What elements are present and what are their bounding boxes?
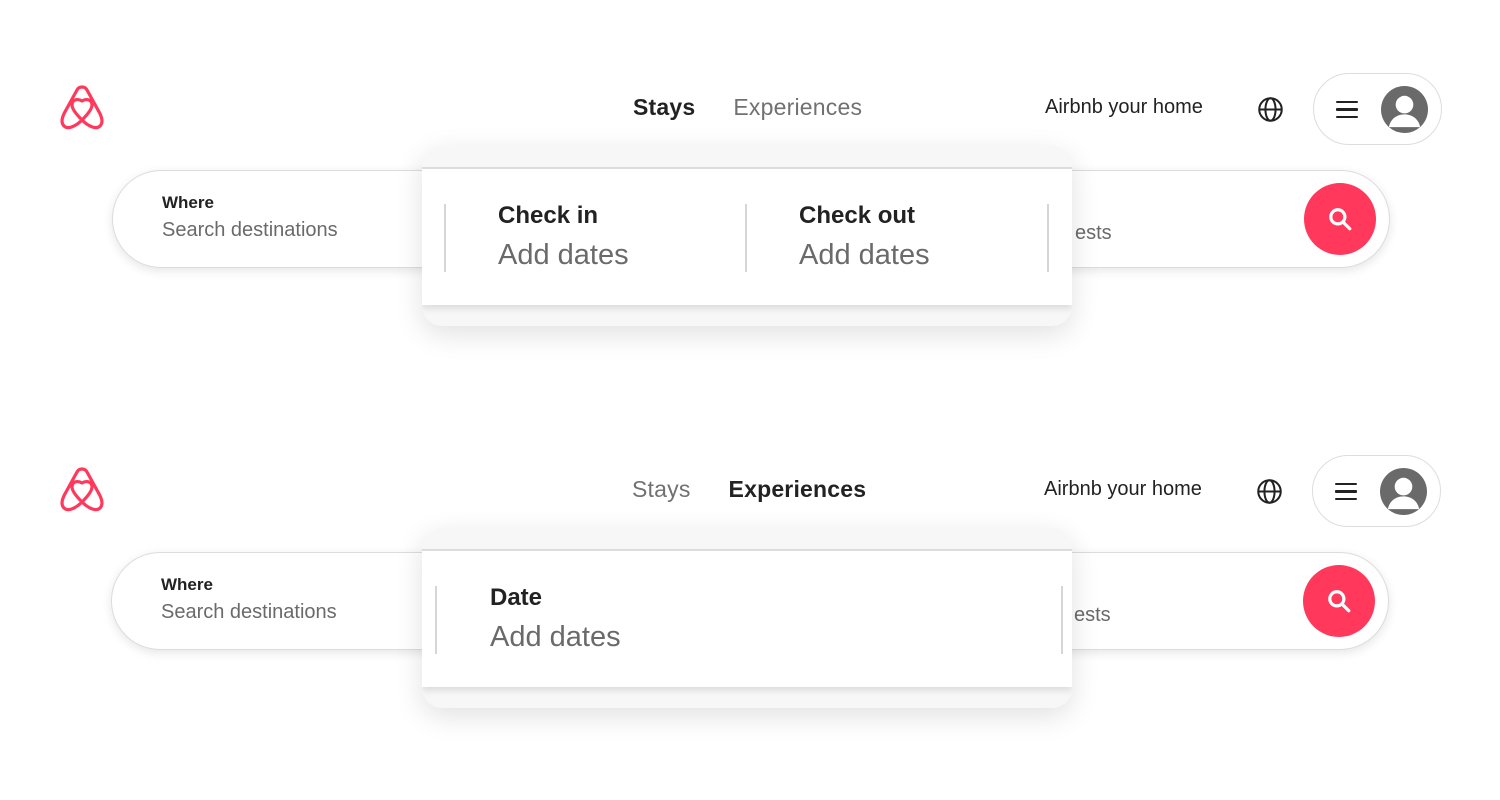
where-placeholder: Search destinations — [161, 601, 337, 623]
divider — [435, 586, 437, 654]
where-field[interactable]: Where Search destinations — [162, 193, 338, 242]
where-label: Where — [161, 575, 213, 594]
check-in-field[interactable]: Check in Add dates — [498, 202, 629, 272]
airbnb-logo-icon[interactable] — [58, 84, 106, 134]
airbnb-logo-icon[interactable] — [58, 466, 106, 516]
nav-tabs: Stays Experiences — [632, 476, 866, 503]
date-label: Date — [490, 584, 543, 611]
date-fields-panel: Date Add dates — [422, 549, 1072, 687]
user-avatar-icon — [1381, 86, 1428, 133]
tab-experiences[interactable]: Experiences — [729, 476, 867, 503]
tab-experiences[interactable]: Experiences — [733, 94, 862, 121]
host-link[interactable]: Airbnb your home — [1044, 478, 1202, 501]
divider — [1047, 204, 1049, 272]
date-picker-popup: Date Add dates — [422, 528, 1072, 708]
tab-stays[interactable]: Stays — [632, 476, 691, 503]
date-value: Add dates — [490, 621, 621, 653]
where-field[interactable]: Where Search destinations — [161, 575, 337, 624]
guests-field[interactable]: ests — [1075, 222, 1112, 245]
header-variant-experiences: Stays Experiences Airbnb your home Where… — [0, 382, 1500, 762]
date-fields-panel: Check in Add dates Check out Add dates — [422, 167, 1072, 305]
guests-field[interactable]: ests — [1074, 604, 1111, 627]
divider — [444, 204, 446, 272]
where-label: Where — [162, 193, 214, 212]
hamburger-icon — [1336, 101, 1358, 118]
user-menu-button[interactable] — [1312, 455, 1441, 527]
check-out-value: Add dates — [799, 239, 930, 271]
tab-stays[interactable]: Stays — [633, 94, 695, 121]
user-avatar-icon — [1380, 468, 1427, 515]
hamburger-icon — [1335, 483, 1357, 500]
globe-icon[interactable] — [1257, 96, 1284, 123]
host-link[interactable]: Airbnb your home — [1045, 96, 1203, 119]
divider — [1061, 586, 1063, 654]
search-button[interactable] — [1303, 565, 1375, 637]
globe-icon[interactable] — [1256, 478, 1283, 505]
nav-tabs: Stays Experiences — [633, 94, 862, 121]
where-placeholder: Search destinations — [162, 219, 338, 241]
date-field[interactable]: Date Add dates — [490, 584, 621, 654]
check-in-value: Add dates — [498, 239, 629, 271]
search-icon — [1328, 590, 1351, 613]
search-icon — [1329, 208, 1352, 231]
search-button[interactable] — [1304, 183, 1376, 255]
check-out-label: Check out — [799, 202, 916, 229]
header-variant-stays: Stays Experiences Airbnb your home Where… — [0, 0, 1500, 380]
date-picker-popup: Check in Add dates Check out Add dates — [422, 146, 1072, 326]
check-out-field[interactable]: Check out Add dates — [799, 202, 930, 272]
user-menu-button[interactable] — [1313, 73, 1442, 145]
check-in-label: Check in — [498, 202, 599, 229]
divider — [745, 204, 747, 272]
